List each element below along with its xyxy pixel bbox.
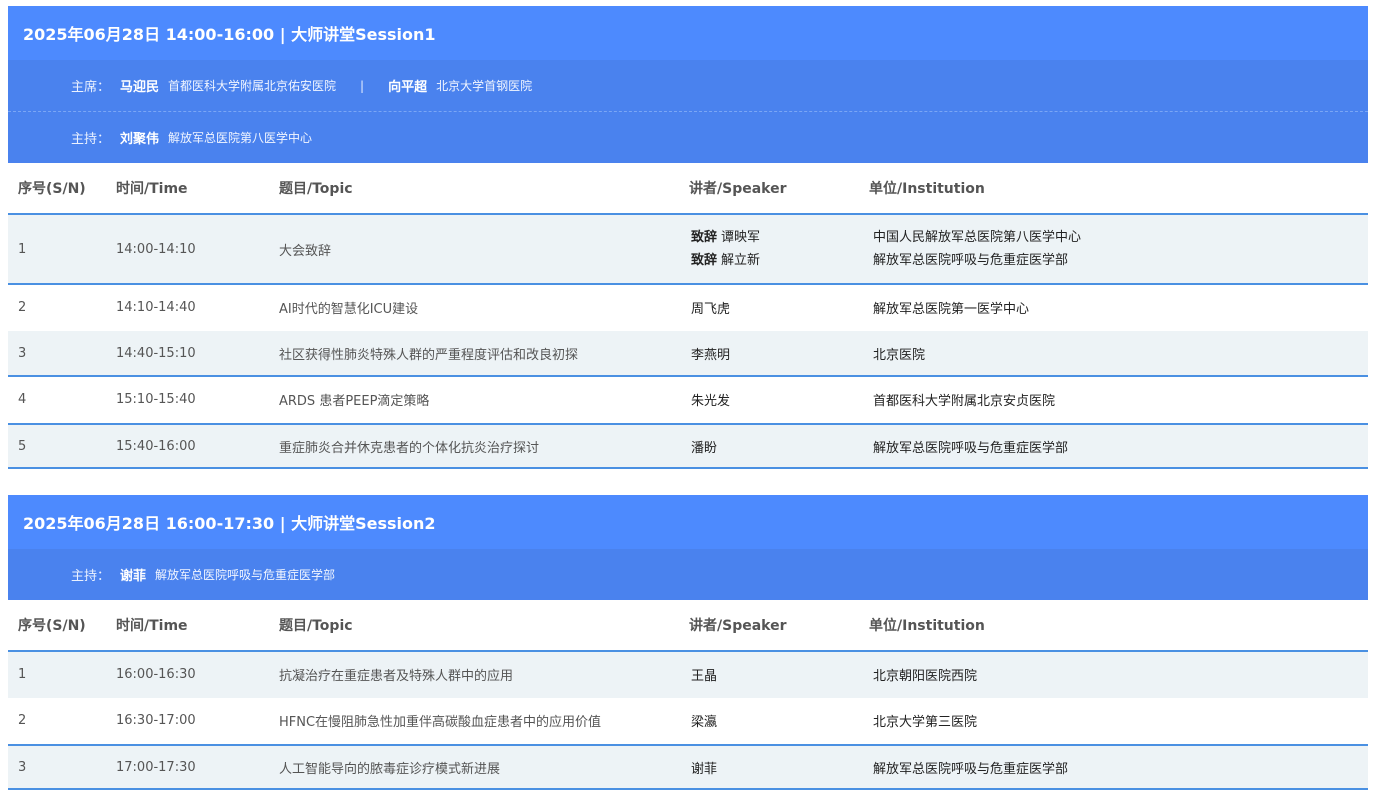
row-speaker: 潘盼 [691,440,718,456]
host-org: 解放军总医院第八医学中心 [168,131,313,145]
row-speaker: 李燕明 [691,347,731,363]
row-speaker: 梁瀛 [691,714,718,730]
row-sn: 1 [18,666,27,682]
row-time: 15:10-15:40 [116,391,196,407]
col-header-time: 时间/Time [116,181,188,197]
col-header-topic: 题目/Topic [279,181,353,197]
chair-name: 马迎民 [120,80,160,95]
row-sn: 2 [18,299,27,315]
col-header-topic: 题目/Topic [279,618,353,634]
table-header: 序号(S/N) 时间/Time 题目/Topic 讲者/Speaker 单位/I… [8,163,1368,215]
row-institution: 解放军总医院呼吸与危重症医学部 [873,440,1069,456]
row-time: 16:00-16:30 [116,666,196,682]
row-institution: 解放军总医院第一医学中心 [873,301,1030,317]
row-institution: 北京医院 [873,347,926,363]
table-row: 1 16:00-16:30 抗凝治疗在重症患者及特殊人群中的应用 王晶 北京朝阳… [8,652,1368,698]
speaker-line: 致辞 解立新 [691,249,869,272]
row-time: 14:40-15:10 [116,345,196,361]
table-row: 3 17:00-17:30 人工智能导向的脓毒症诊疗模式新进展 谢菲 解放军总医… [8,744,1368,790]
col-header-sn: 序号(S/N) [18,181,86,197]
table-row: 1 14:00-14:10 大会致辞 致辞 谭映军 致辞 解立新 中国人民解放军总医… [8,215,1368,285]
table-row: 4 15:10-15:40 ARDS 患者PEEP滴定策略 朱光发 首都医科大学… [8,377,1368,423]
host-label: 主持： [71,569,111,584]
row-institution: 北京朝阳医院西院 [873,668,978,684]
chairs-label: 主席： [71,80,111,95]
chair-name: 向平超 [388,80,428,95]
row-speaker: 朱光发 [691,393,731,409]
host-row: 主持： 谢菲 解放军总医院呼吸与危重症医学部 [8,549,1368,600]
speaker-name: 谭映军 [721,230,761,245]
row-speaker: 致辞 谭映军 致辞 解立新 [689,226,869,272]
speaker-role: 致辞 [691,230,718,245]
col-header-time: 时间/Time [116,618,188,634]
table-row: 2 14:10-14:40 AI时代的智慧化ICU建设 周飞虎 解放军总医院第一… [8,285,1368,331]
row-speaker: 谢菲 [691,761,718,777]
host-label: 主持： [71,132,111,147]
chair-org: 首都医科大学附属北京佑安医院 [168,79,337,93]
row-time: 14:00-14:10 [116,241,196,257]
row-topic: 大会致辞 [279,243,332,259]
chairs-row: 主席： 马迎民 首都医科大学附属北京佑安医院 | 向平超 北京大学首钢医院 [8,60,1368,112]
chair-separator: | [360,78,365,93]
row-topic: AI时代的智慧化ICU建设 [279,301,419,317]
row-topic: 重症肺炎合并休克患者的个体化抗炎治疗探讨 [279,440,540,456]
col-header-speaker: 讲者/Speaker [689,181,787,197]
row-sn: 2 [18,712,27,728]
row-sn: 5 [18,438,27,454]
session-1: 2025年06月28日 14:00-16:00 | 大师讲堂Session1 主… [8,6,1368,469]
row-topic: ARDS 患者PEEP滴定策略 [279,393,430,409]
row-time: 15:40-16:00 [116,438,196,454]
speaker-line: 致辞 谭映军 [691,226,869,249]
institution-line: 解放军总医院呼吸与危重症医学部 [873,253,1069,268]
host-row: 主持： 刘聚伟 解放军总医院第八医学中心 [8,112,1368,163]
row-institution: 首都医科大学附属北京安贞医院 [873,393,1056,409]
row-speaker: 周飞虎 [691,301,731,317]
col-header-institution: 单位/Institution [869,181,985,197]
schedule-page: 2025年06月28日 14:00-16:00 | 大师讲堂Session1 主… [0,0,1377,806]
row-topic: 人工智能导向的脓毒症诊疗模式新进展 [279,761,501,777]
session-2: 2025年06月28日 16:00-17:30 | 大师讲堂Session2 主… [8,495,1368,790]
row-institution: 中国人民解放军总医院第八医学中心 解放军总医院呼吸与危重症医学部 [869,226,1368,272]
row-topic: 抗凝治疗在重症患者及特殊人群中的应用 [279,668,514,684]
row-speaker: 王晶 [691,668,718,684]
row-time: 16:30-17:00 [116,712,196,728]
table-row: 5 15:40-16:00 重症肺炎合并休克患者的个体化抗炎治疗探讨 潘盼 解放… [8,423,1368,469]
col-header-speaker: 讲者/Speaker [689,618,787,634]
row-sn: 3 [18,345,27,361]
col-header-sn: 序号(S/N) [18,618,86,634]
row-sn: 4 [18,391,27,407]
col-header-institution: 单位/Institution [869,618,985,634]
table-header: 序号(S/N) 时间/Time 题目/Topic 讲者/Speaker 单位/I… [8,600,1368,652]
host-name: 谢菲 [120,569,147,584]
row-topic: HFNC在慢阻肺急性加重伴高碳酸血症患者中的应用价值 [279,714,602,730]
host-name: 刘聚伟 [120,132,160,147]
row-time: 17:00-17:30 [116,759,196,775]
speaker-name: 解立新 [721,253,761,268]
row-institution: 解放军总医院呼吸与危重症医学部 [873,761,1069,777]
session-title: 2025年06月28日 16:00-17:30 | 大师讲堂Session2 [8,495,1368,549]
row-topic: 社区获得性肺炎特殊人群的严重程度评估和改良初探 [279,347,579,363]
chair-org: 北京大学首钢医院 [436,79,533,93]
table-row: 3 14:40-15:10 社区获得性肺炎特殊人群的严重程度评估和改良初探 李燕… [8,331,1368,377]
row-sn: 1 [18,241,27,257]
table-row: 2 16:30-17:00 HFNC在慢阻肺急性加重伴高碳酸血症患者中的应用价值… [8,698,1368,744]
speaker-role: 致辞 [691,253,718,268]
host-org: 解放军总医院呼吸与危重症医学部 [155,568,336,582]
row-time: 14:10-14:40 [116,299,196,315]
session-title: 2025年06月28日 14:00-16:00 | 大师讲堂Session1 [8,6,1368,60]
row-institution: 北京大学第三医院 [873,714,978,730]
institution-line: 中国人民解放军总医院第八医学中心 [873,230,1082,245]
row-sn: 3 [18,759,27,775]
